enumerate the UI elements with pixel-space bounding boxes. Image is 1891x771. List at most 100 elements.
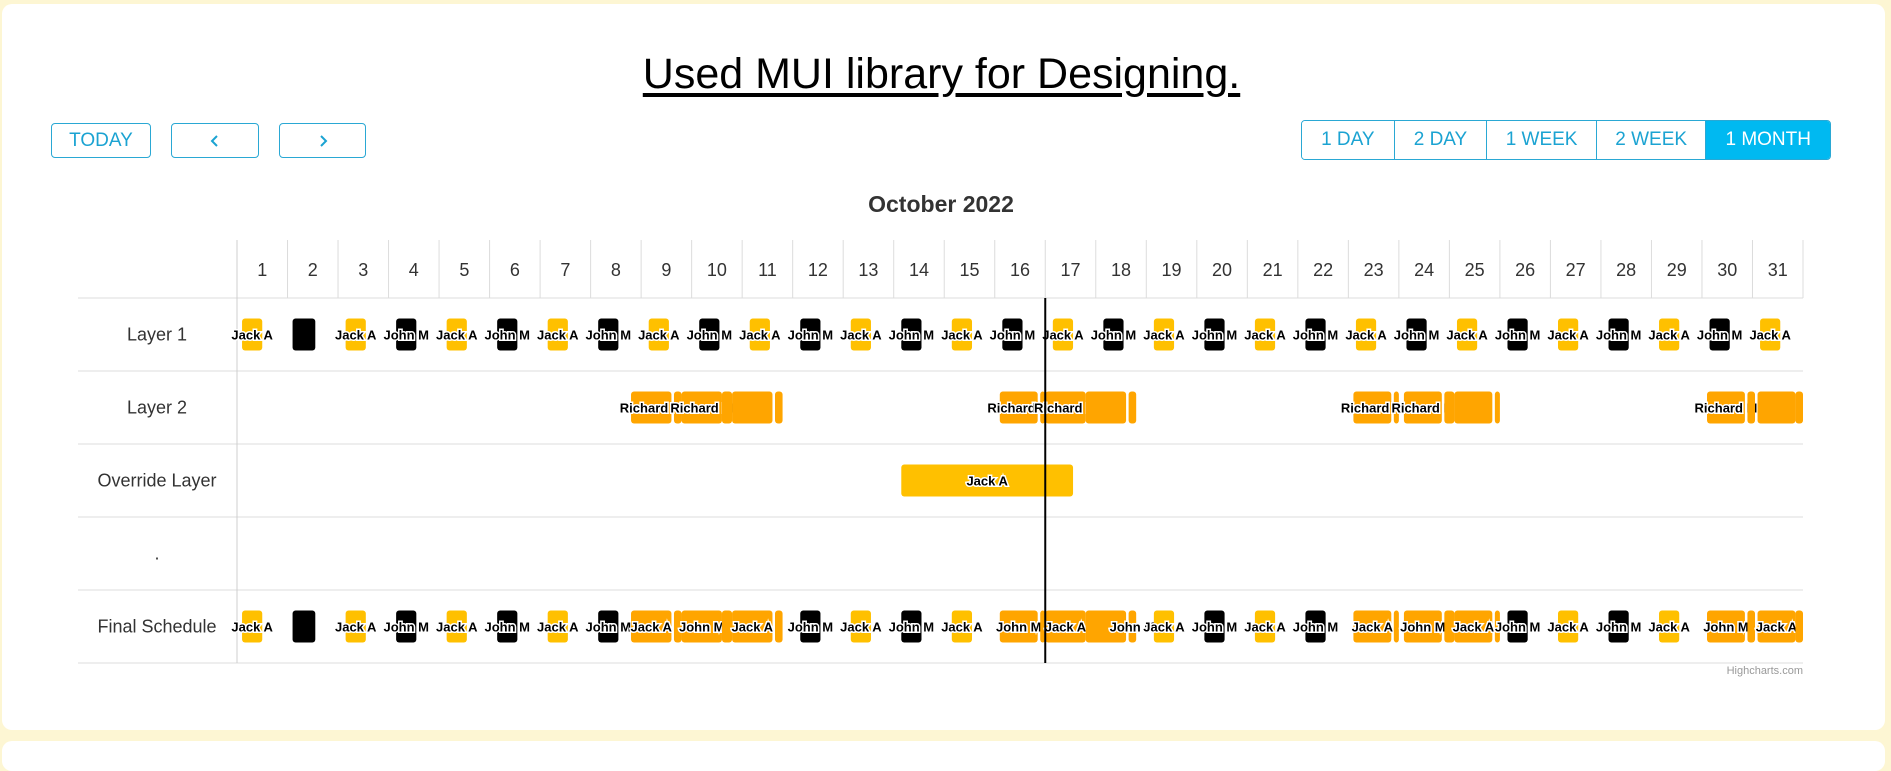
task-label: John M xyxy=(1703,620,1749,635)
day-tick-label: 10 xyxy=(707,260,727,280)
task-label: Jack A xyxy=(1143,620,1185,635)
task-label: Jack A xyxy=(941,328,983,343)
task-label: John M xyxy=(1596,620,1642,635)
task-label: John M xyxy=(788,328,834,343)
chart-title: October 2022 xyxy=(868,191,1014,217)
day-tick-label: 23 xyxy=(1364,260,1384,280)
task-bar xyxy=(1795,391,1803,424)
task-label: Jack A xyxy=(335,328,377,343)
task-label: John M xyxy=(1091,328,1137,343)
task-label: John M xyxy=(1394,328,1440,343)
task-bar xyxy=(1454,391,1493,424)
task-bar xyxy=(292,610,316,643)
task-bar xyxy=(774,391,783,424)
gantt-chart: October 20221 2 3 4 5 6 7 8 9 10 11 12 13 14 15 16 17 18 1… xyxy=(78,191,1804,677)
task-label: John M xyxy=(990,328,1036,343)
task-label: Jack A xyxy=(1547,328,1589,343)
task-label: Jack A xyxy=(231,620,273,635)
task-bar xyxy=(732,391,773,424)
row-label: Layer 1 xyxy=(127,325,187,345)
task-bar xyxy=(721,391,733,424)
task-label: John M xyxy=(586,328,632,343)
task-label: Jack A xyxy=(436,620,478,635)
row-label: . xyxy=(154,544,159,564)
task-label: John M xyxy=(1596,328,1642,343)
day-tick-label: 29 xyxy=(1667,260,1687,280)
task-label: Jack A xyxy=(231,328,273,343)
task-label: John M xyxy=(383,620,429,635)
task-label: John M xyxy=(996,620,1042,635)
row-label: Layer 2 xyxy=(127,398,187,418)
task-label: Jack A xyxy=(840,620,882,635)
day-tick-label: 25 xyxy=(1465,260,1485,280)
day-tick-label: 17 xyxy=(1061,260,1081,280)
task-label: Jack A xyxy=(732,620,774,635)
day-tick-label: 3 xyxy=(358,260,368,280)
task-label: John M xyxy=(1495,328,1541,343)
task-label: John M xyxy=(889,328,935,343)
day-tick-label: 27 xyxy=(1566,260,1586,280)
task-label: John M xyxy=(889,620,935,635)
task-label: John M xyxy=(1495,620,1541,635)
day-tick-label: 11 xyxy=(758,260,777,280)
task-label: John M xyxy=(788,620,834,635)
day-tick-label: 16 xyxy=(1010,260,1030,280)
task-label: Jack A xyxy=(638,328,680,343)
task-bar xyxy=(721,610,733,643)
task-label: Jack A xyxy=(436,328,478,343)
task-bar xyxy=(1757,391,1796,424)
task-label: Jack A xyxy=(941,620,983,635)
task-label: Jack A xyxy=(1042,328,1084,343)
day-tick-label: 19 xyxy=(1162,260,1182,280)
task-label: Jack A xyxy=(1648,620,1690,635)
task-label: Jack A xyxy=(1045,620,1087,635)
task-label: Jack A xyxy=(1244,620,1286,635)
task-label: John M xyxy=(1192,328,1238,343)
task-label: Jack A xyxy=(1453,620,1495,635)
series-layer-1: Jack A Jack A John M Jack A John M Jack A John… xyxy=(230,318,1793,351)
day-tick-label: 4 xyxy=(409,260,419,280)
task-label: Jack A xyxy=(335,620,377,635)
task-label: Jack A xyxy=(739,328,781,343)
row-label: Override Layer xyxy=(97,471,216,491)
day-tick-label: 6 xyxy=(510,260,520,280)
task-bar xyxy=(1494,391,1500,424)
task-bar xyxy=(1393,610,1399,643)
row-label: Final Schedule xyxy=(97,617,216,637)
task-bar xyxy=(1444,391,1455,424)
task-label: John M xyxy=(586,620,632,635)
day-tick-label: 30 xyxy=(1717,260,1737,280)
task-label: John M xyxy=(1293,620,1339,635)
series-final-schedule: Jack A Jack A John M Jack A John M Jack A John… xyxy=(230,610,1803,643)
task-label: Jack A xyxy=(1345,328,1387,343)
task-label: Jack A xyxy=(631,620,673,635)
task-label: Jack A xyxy=(1756,620,1798,635)
day-tick-label: 22 xyxy=(1313,260,1333,280)
series-layer-2: Richard MRichard M Richard MRichard M Rich… xyxy=(618,391,1803,424)
day-tick-label: 31 xyxy=(1768,260,1788,280)
day-tick-label: 7 xyxy=(560,260,570,280)
task-label: Jack A xyxy=(537,328,579,343)
day-tick-label: 26 xyxy=(1515,260,1535,280)
task-label: John M xyxy=(679,620,725,635)
day-tick-label: 21 xyxy=(1263,260,1283,280)
task-label: Jack A xyxy=(840,328,882,343)
day-tick-label: 5 xyxy=(459,260,469,280)
task-bar xyxy=(292,318,316,351)
task-label: Jack A xyxy=(1749,328,1791,343)
day-tick-label: 2 xyxy=(308,260,318,280)
task-label: Jack A xyxy=(1648,328,1690,343)
day-tick-label: 12 xyxy=(808,260,828,280)
task-label: Jack A xyxy=(1352,620,1394,635)
task-bar xyxy=(774,610,783,643)
task-bar xyxy=(1085,391,1127,424)
series-override-layer: Jack A xyxy=(901,464,1074,497)
day-tick-label: 1 xyxy=(257,260,267,280)
task-bar xyxy=(1128,391,1137,424)
task-label: Jack A xyxy=(1143,328,1185,343)
task-bar xyxy=(1795,610,1803,643)
task-label: Jack A xyxy=(537,620,579,635)
task-label: John M xyxy=(485,328,531,343)
day-tick-label: 28 xyxy=(1616,260,1636,280)
task-label: Jack A xyxy=(1446,328,1488,343)
